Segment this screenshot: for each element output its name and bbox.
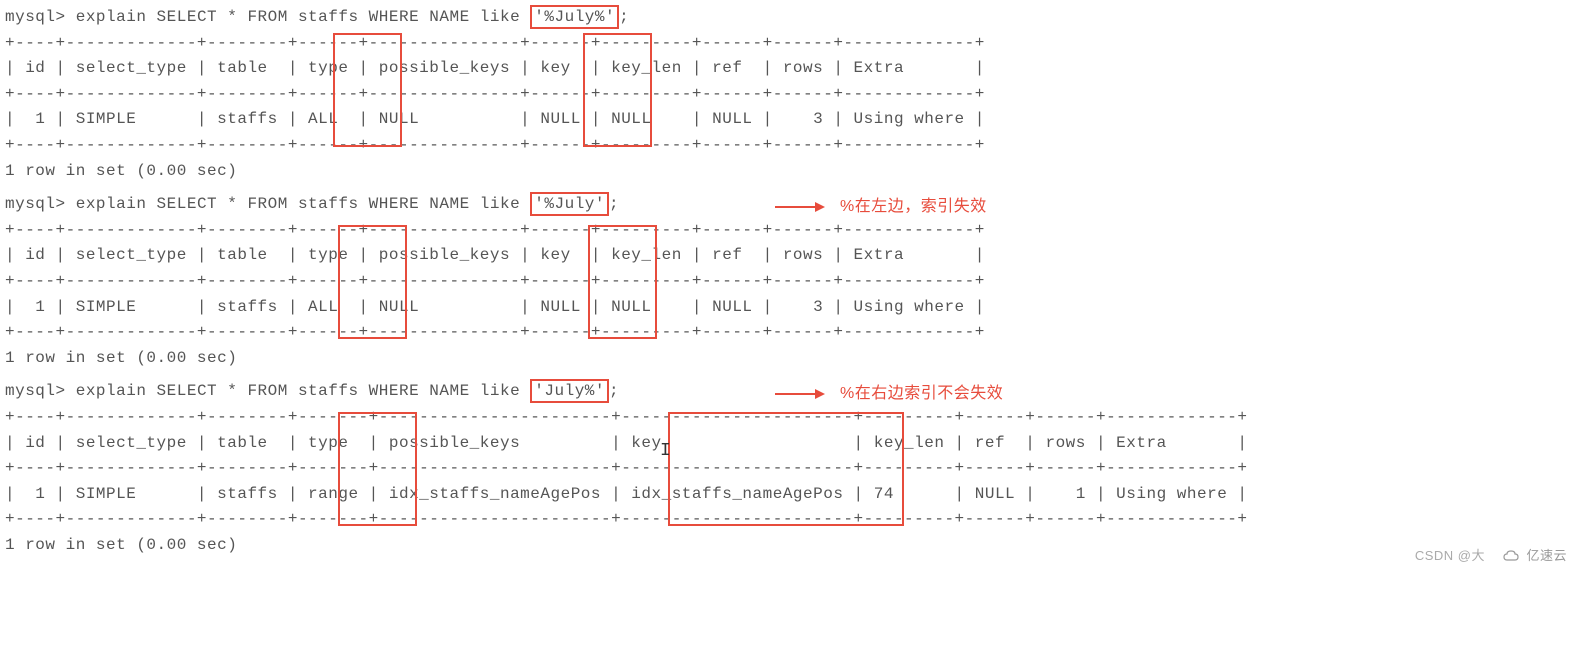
result-footer: 1 row in set (0.00 sec)	[5, 533, 1570, 559]
table-sep: +----+-------------+--------+-------+---…	[5, 507, 1570, 533]
table-data-row: | 1 | SIMPLE | staffs | range | idx_staf…	[5, 482, 1570, 508]
cloud-icon	[1502, 549, 1522, 563]
table-header: | id | select_type | table | type | poss…	[5, 431, 1570, 457]
prompt: mysql>	[5, 195, 76, 213]
query1-command: mysql> explain SELECT * FROM staffs WHER…	[5, 5, 1570, 31]
table-sep: +----+-------------+--------+------+----…	[5, 269, 1570, 295]
table-header: | id | select_type | table | type | poss…	[5, 56, 1570, 82]
table-sep: +----+-------------+--------+------+----…	[5, 31, 1570, 57]
query-suffix: ;	[619, 8, 629, 26]
table-data-row: | 1 | SIMPLE | staffs | ALL | NULL | NUL…	[5, 107, 1570, 133]
query-block-2: mysql> explain SELECT * FROM staffs WHER…	[5, 192, 1570, 371]
query2-command: mysql> explain SELECT * FROM staffs WHER…	[5, 192, 1570, 218]
query-suffix: ;	[609, 195, 619, 213]
query-prefix: explain SELECT * FROM staffs WHERE NAME …	[76, 195, 531, 213]
table-header: | id | select_type | table | type | poss…	[5, 243, 1570, 269]
watermark-yisu: 亿速云	[1502, 546, 1567, 567]
prompt: mysql>	[5, 382, 76, 400]
text-cursor-icon: I	[660, 437, 671, 466]
query-block-1: mysql> explain SELECT * FROM staffs WHER…	[5, 5, 1570, 184]
result-footer: 1 row in set (0.00 sec)	[5, 159, 1570, 185]
table-sep: +----+-------------+--------+-------+---…	[5, 456, 1570, 482]
annotation-left-percent: %在左边，索引失效	[840, 194, 987, 220]
watermark-csdn: CSDN @大	[1415, 546, 1485, 567]
like-pattern-highlighted: '%July%'	[530, 5, 619, 29]
query-suffix: ;	[609, 382, 619, 400]
arrow-right-icon	[775, 386, 825, 402]
query-prefix: explain SELECT * FROM staffs WHERE NAME …	[76, 382, 531, 400]
query3-command: mysql> explain SELECT * FROM staffs WHER…	[5, 379, 1570, 405]
table-sep: +----+-------------+--------+------+----…	[5, 133, 1570, 159]
query-prefix: explain SELECT * FROM staffs WHERE NAME …	[76, 8, 531, 26]
table-data-row: | 1 | SIMPLE | staffs | ALL | NULL | NUL…	[5, 295, 1570, 321]
arrow-right-icon	[775, 199, 825, 215]
query-block-3: mysql> explain SELECT * FROM staffs WHER…	[5, 379, 1570, 558]
table-sep: +----+-------------+--------+------+----…	[5, 320, 1570, 346]
result-footer: 1 row in set (0.00 sec)	[5, 346, 1570, 372]
table-sep: +----+-------------+--------+-------+---…	[5, 405, 1570, 431]
annotation-right-percent: %在右边索引不会失效	[840, 381, 1003, 407]
table-sep: +----+-------------+--------+------+----…	[5, 218, 1570, 244]
like-pattern-highlighted: '%July'	[530, 192, 609, 216]
prompt: mysql>	[5, 8, 76, 26]
like-pattern-highlighted: 'July%'	[530, 379, 609, 403]
table-sep: +----+-------------+--------+------+----…	[5, 82, 1570, 108]
